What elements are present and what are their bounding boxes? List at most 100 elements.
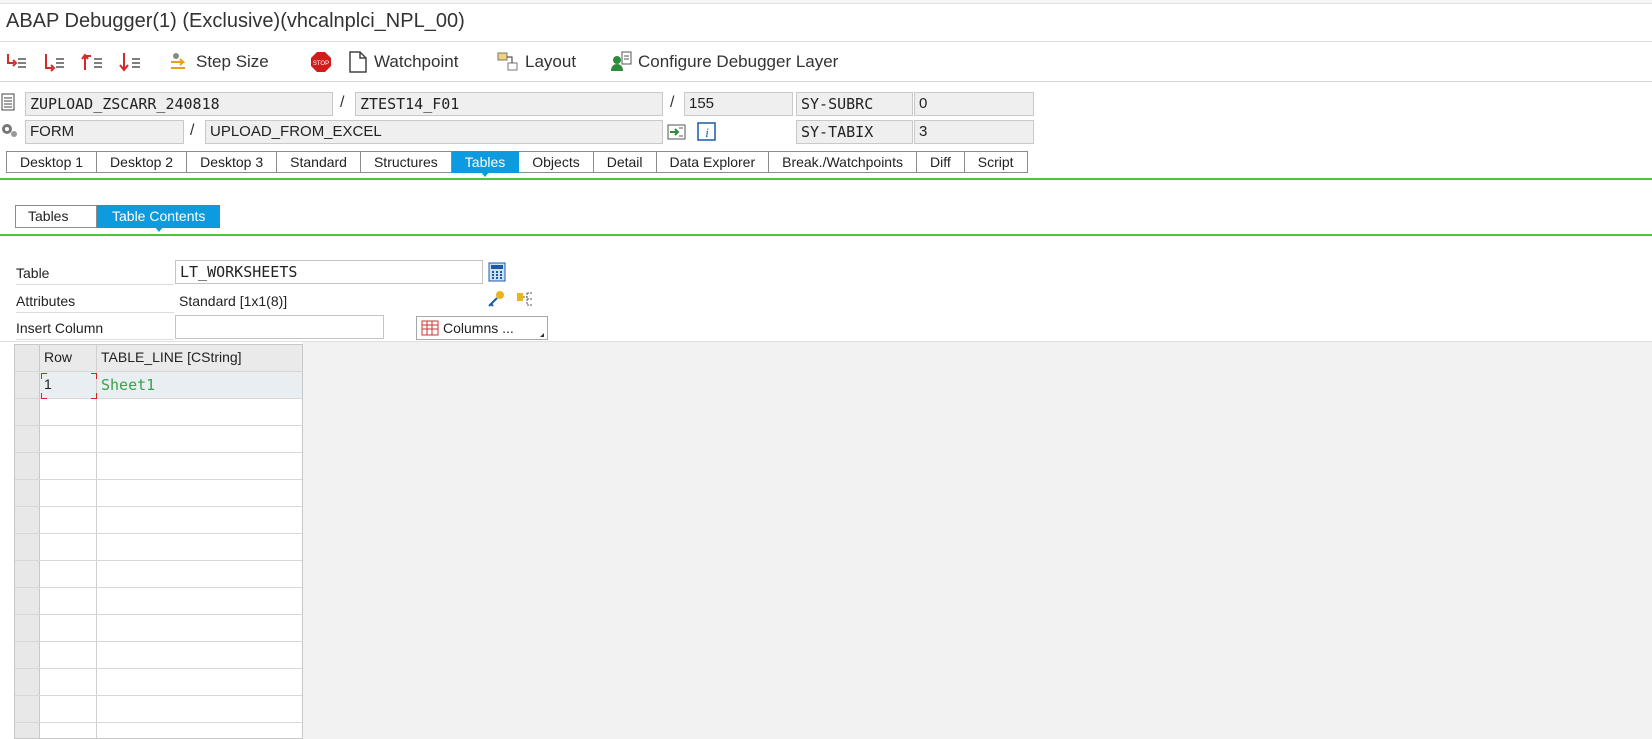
configure-debugger-layer-button[interactable]: Configure Debugger Layer [610,48,838,76]
row-selector[interactable] [15,507,40,533]
table-line-cell[interactable] [97,480,302,506]
tab-breakpoints-watchpoints[interactable]: Break./Watchpoints [769,151,917,173]
table-line-cell[interactable] [97,615,302,641]
table-line-cell[interactable] [97,696,302,722]
row-number-cell[interactable] [40,669,97,695]
configure-label: Configure Debugger Layer [638,52,839,71]
tab-diff[interactable]: Diff [916,151,965,173]
subtab-table-contents[interactable]: Table Contents [97,205,221,232]
table-row[interactable] [15,696,302,723]
layout-button[interactable]: Layout [497,48,576,76]
table-row[interactable] [15,669,302,696]
stop-button[interactable]: STOP [310,48,332,76]
row-number-cell[interactable] [40,615,97,641]
navigate-to-source-icon[interactable] [667,122,687,142]
column-header-row[interactable]: Row [40,345,97,371]
table-line-cell[interactable] [97,507,302,533]
table-line-cell[interactable] [97,588,302,614]
tab-structures[interactable]: Structures [360,151,452,173]
row-number-cell[interactable] [40,696,97,722]
event-type-field[interactable]: FORM [25,120,184,144]
table-row[interactable] [15,453,302,480]
table-row[interactable] [15,723,302,738]
tab-desktop-3[interactable]: Desktop 3 [187,151,278,173]
columns-button[interactable]: Columns ... [416,316,548,340]
row-number-cell[interactable] [40,480,97,506]
row-selector[interactable] [15,372,40,398]
row-selector[interactable] [15,453,40,479]
table-line-cell[interactable] [97,561,302,587]
tab-detail[interactable]: Detail [593,151,657,173]
continue-icon[interactable] [118,50,142,74]
step-size-label: Step Size [196,52,269,71]
table-name-input[interactable]: LT_WORKSHEETS [175,260,483,284]
row-selector[interactable] [15,480,40,506]
table-row[interactable] [15,399,302,426]
tab-data-explorer[interactable]: Data Explorer [656,151,770,173]
row-number-cell[interactable] [40,642,97,668]
table-row[interactable] [15,615,302,642]
table-line-cell[interactable] [97,426,302,452]
tab-desktop-1[interactable]: Desktop 1 [6,151,98,173]
table-line-cell[interactable] [97,534,302,560]
row-selector[interactable] [15,588,40,614]
tab-desktop-2[interactable]: Desktop 2 [97,151,188,173]
tab-tables[interactable]: Tables [451,151,520,177]
select-all-cell[interactable] [15,345,40,371]
row-selector[interactable] [15,723,40,738]
row-selector[interactable] [15,426,40,452]
row-number-cell[interactable] [40,534,97,560]
table-line-cell[interactable] [97,399,302,425]
table-row[interactable] [15,588,302,615]
table-row[interactable] [15,507,302,534]
step-over-icon[interactable] [42,50,66,74]
row-number-cell[interactable] [40,453,97,479]
line-number-field[interactable]: 155 [684,92,793,116]
hierarchy-icon[interactable] [516,290,536,310]
table-row[interactable] [15,534,302,561]
include-field[interactable]: ZTEST14_F01 [355,92,663,116]
key-icon[interactable] [486,290,506,310]
table-row[interactable] [15,561,302,588]
watchpoint-button[interactable]: Watchpoint [348,48,458,76]
calculator-icon[interactable] [487,262,507,282]
column-header-table-line[interactable]: TABLE_LINE [CString] [97,345,302,371]
row-selector[interactable] [15,399,40,425]
row-number-cell[interactable] [40,426,97,452]
table-line-cell[interactable]: Sheet1 [97,372,302,398]
table-line-cell[interactable] [97,642,302,668]
table-row[interactable] [15,642,302,669]
user-config-icon [611,51,632,71]
step-into-icon[interactable] [4,50,28,74]
program-field[interactable]: ZUPLOAD_ZSCARR_240818 [25,92,333,116]
step-return-icon[interactable] [80,50,104,74]
row-selector[interactable] [15,561,40,587]
table-row[interactable] [15,426,302,453]
tab-standard[interactable]: Standard [277,151,361,173]
table-row[interactable] [15,480,302,507]
table-line-cell[interactable] [97,723,302,738]
table-row[interactable]: 1 Sheet1 [15,372,302,399]
insert-column-input[interactable] [175,315,384,339]
row-selector[interactable] [15,615,40,641]
row-number-cell[interactable] [40,588,97,614]
sy-tabix-value[interactable]: 3 [914,120,1034,144]
row-number-cell[interactable] [40,399,97,425]
table-line-cell[interactable] [97,453,302,479]
row-selector[interactable] [15,696,40,722]
row-selector[interactable] [15,534,40,560]
info-icon[interactable]: i [697,122,717,142]
step-size-button[interactable]: Step Size [168,48,269,76]
subtab-tables[interactable]: Tables [15,205,97,228]
row-number-cell[interactable] [40,723,97,738]
row-number-cell[interactable] [40,507,97,533]
debugger-toolbar: Step Size STOP Watchpoint Layout Configu… [0,42,1652,82]
row-number-cell[interactable] [40,561,97,587]
row-selector[interactable] [15,642,40,668]
row-selector[interactable] [15,669,40,695]
event-field[interactable]: UPLOAD_FROM_EXCEL [205,120,663,144]
sy-subrc-value[interactable]: 0 [914,92,1034,116]
tab-script[interactable]: Script [964,151,1028,173]
tab-objects[interactable]: Objects [519,151,594,173]
table-line-cell[interactable] [97,669,302,695]
